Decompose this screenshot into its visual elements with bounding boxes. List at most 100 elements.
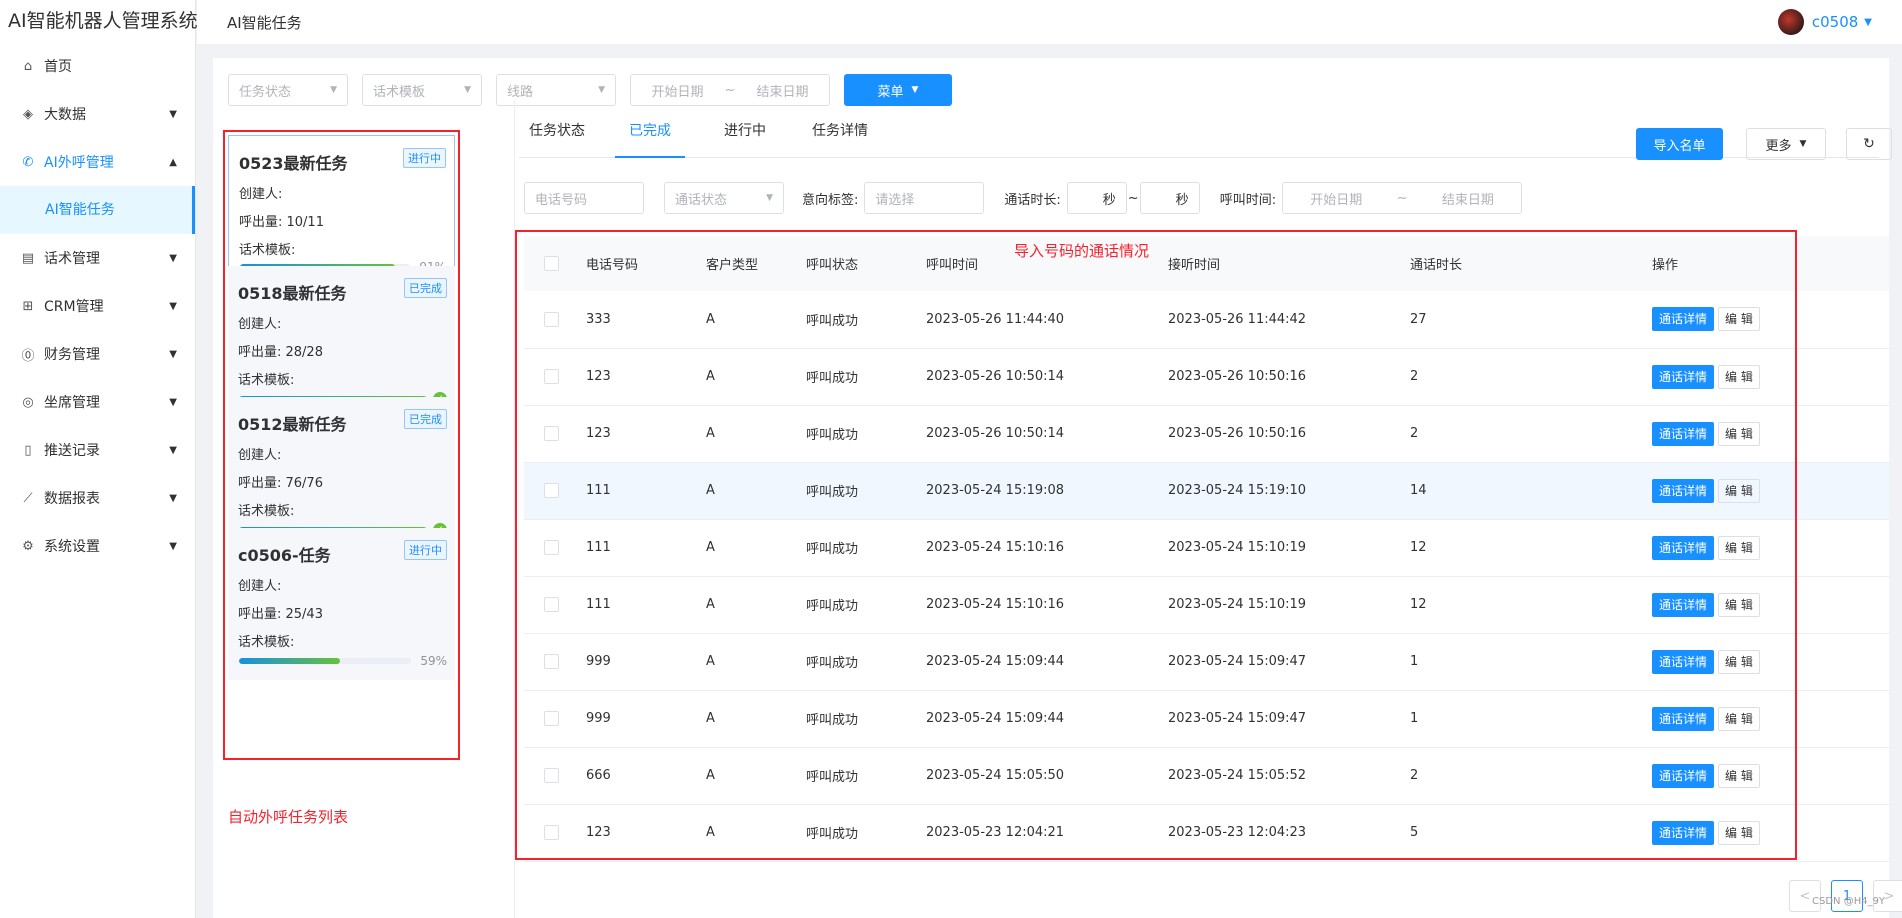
task-template: 话术模板: bbox=[238, 373, 295, 388]
actions-cell: 通话详情编 辑 bbox=[1652, 519, 1889, 576]
menu-button[interactable]: 菜单 ▼ bbox=[844, 74, 952, 106]
column-header: 操作 bbox=[1652, 258, 1679, 273]
sidebar-item-1[interactable]: ◈ 大数据 ▼ bbox=[0, 90, 195, 138]
duration-max-input[interactable]: 秒 bbox=[1139, 182, 1200, 214]
call-detail-button[interactable]: 通话详情 bbox=[1652, 649, 1715, 674]
table-cell: 333 bbox=[586, 311, 611, 327]
call-time-range[interactable]: 开始日期 ~ 结束日期 bbox=[1282, 182, 1523, 214]
user-menu[interactable]: c0508 ▼ bbox=[1777, 9, 1872, 35]
call-detail-button[interactable]: 通话详情 bbox=[1652, 763, 1715, 788]
edit-button[interactable]: 编 辑 bbox=[1718, 535, 1760, 560]
phone-input[interactable]: 电话号码 bbox=[524, 182, 644, 214]
edit-button[interactable]: 编 辑 bbox=[1718, 820, 1760, 845]
call-detail-button[interactable]: 通话详情 bbox=[1652, 592, 1715, 617]
table-cell: A bbox=[706, 768, 715, 783]
row-checkbox[interactable] bbox=[544, 597, 559, 612]
edit-button[interactable]: 编 辑 bbox=[1718, 307, 1760, 332]
mobile-icon: ▯ bbox=[24, 442, 32, 458]
row-checkbox[interactable] bbox=[544, 540, 559, 555]
table-cell: 1 bbox=[1410, 711, 1419, 726]
task-date-range[interactable]: 开始日期 ~ 结束日期 bbox=[630, 74, 830, 106]
table-cell: A bbox=[706, 654, 715, 669]
call-detail-button[interactable]: 通话详情 bbox=[1652, 706, 1715, 731]
sidebar-item-6[interactable]: ◎ 坐席管理 ▼ bbox=[0, 378, 195, 426]
chevron-down-icon: ▼ bbox=[169, 396, 177, 408]
task-card[interactable]: c0506-任务 进行中 创建人: 呼出量: 25/43 话术模板: 59% bbox=[228, 528, 455, 680]
edit-button[interactable]: 编 辑 bbox=[1718, 364, 1760, 389]
chart-icon: ⟋ bbox=[23, 490, 33, 506]
table-row: 123 A 呼叫成功 2023-05-23 12:04:21 2023-05-23 12… bbox=[524, 804, 1889, 861]
call-detail-button[interactable]: 通话详情 bbox=[1652, 421, 1715, 446]
intent-select[interactable]: 请选择 bbox=[864, 182, 985, 214]
task-status-select[interactable]: 任务状态 ▼ bbox=[228, 74, 348, 106]
sidebar-item-label: 系统设置 bbox=[44, 539, 100, 555]
table-cell: 123 bbox=[586, 825, 611, 840]
row-select-cell bbox=[524, 405, 586, 462]
start-date-placeholder: 开始日期 bbox=[1310, 192, 1363, 208]
row-checkbox[interactable] bbox=[544, 768, 559, 783]
call-detail-button[interactable]: 通话详情 bbox=[1652, 535, 1715, 560]
call-records: 电话号码 客户类型 呼叫状态 呼叫时间 接听时间 通话时长 操作 333 A 呼叫成功 2023-… bbox=[514, 228, 1889, 918]
table-cell: 2023-05-24 15:19:08 bbox=[926, 483, 1065, 498]
row-select-cell bbox=[524, 747, 586, 804]
task-card[interactable]: 0523最新任务进行中创建人:呼出量: 10/11话术模板:91% bbox=[228, 135, 455, 287]
row-checkbox[interactable] bbox=[544, 311, 559, 327]
avatar bbox=[1777, 9, 1804, 35]
date-separator: ~ bbox=[1396, 190, 1408, 206]
row-select-cell bbox=[524, 462, 586, 519]
edit-button[interactable]: 编 辑 bbox=[1718, 763, 1760, 788]
call-status-select[interactable]: 通话状态 ▼ bbox=[664, 182, 784, 214]
tab-3[interactable]: 任务详情 bbox=[812, 116, 868, 158]
table-cell: 2023-05-23 12:04:21 bbox=[926, 825, 1065, 840]
sidebar-item-7[interactable]: ▯ 推送记录 ▼ bbox=[0, 426, 195, 474]
sidebar-subitem-ai-task[interactable]: AI智能任务 bbox=[0, 186, 195, 234]
sidebar-item-4[interactable]: ⊞ CRM管理 ▼ bbox=[0, 282, 195, 330]
tab-2[interactable]: 进行中 bbox=[724, 116, 766, 158]
more-dropdown[interactable]: 更多 ▼ bbox=[1746, 128, 1826, 160]
edit-button[interactable]: 编 辑 bbox=[1718, 592, 1760, 617]
table-row: 333 A 呼叫成功 2023-05-26 11:44:40 2023-05-26 11… bbox=[524, 291, 1889, 348]
sidebar-item-2[interactable]: ✆ AI外呼管理 ▲ bbox=[0, 138, 195, 186]
edit-button[interactable]: 编 辑 bbox=[1718, 706, 1760, 731]
task-template: 话术模板: bbox=[238, 504, 295, 519]
row-checkbox[interactable] bbox=[544, 369, 559, 384]
sec-unit: 秒 bbox=[1175, 192, 1189, 208]
row-checkbox[interactable] bbox=[544, 711, 559, 726]
import-list-button[interactable]: 导入名单 bbox=[1636, 128, 1723, 160]
script-template-placeholder: 话术模板 bbox=[373, 84, 426, 100]
tab-1[interactable]: 已完成 bbox=[615, 116, 685, 158]
table-row: 666 A 呼叫成功 2023-05-24 15:05:50 2023-05-24 15… bbox=[524, 747, 1889, 804]
select-all-checkbox[interactable] bbox=[544, 256, 559, 271]
row-checkbox[interactable] bbox=[544, 483, 559, 498]
sidebar-item-5[interactable]: ⓪ 财务管理 ▼ bbox=[0, 330, 195, 378]
table-cell: 2 bbox=[1410, 768, 1419, 783]
row-checkbox[interactable] bbox=[544, 825, 559, 840]
call-detail-button[interactable]: 通话详情 bbox=[1652, 820, 1715, 845]
script-template-select[interactable]: 话术模板 ▼ bbox=[362, 74, 482, 106]
duration-min-input[interactable]: 秒 bbox=[1066, 182, 1127, 214]
row-checkbox[interactable] bbox=[544, 654, 559, 669]
call-detail-button[interactable]: 通话详情 bbox=[1652, 364, 1715, 389]
table-cell: 2023-05-26 10:50:16 bbox=[1168, 369, 1307, 384]
call-detail-button[interactable]: 通话详情 bbox=[1652, 307, 1715, 332]
task-template: 话术模板: bbox=[238, 635, 295, 650]
more-label: 更多 bbox=[1765, 138, 1792, 154]
org-chart-icon: ⊞ bbox=[22, 298, 34, 314]
task-call-count: 呼出量: 28/28 bbox=[238, 345, 323, 360]
call-detail-button[interactable]: 通话详情 bbox=[1652, 478, 1715, 503]
refresh-button[interactable]: ↻ bbox=[1846, 128, 1892, 160]
watermark: CSDN @H4_9Y bbox=[1812, 896, 1886, 907]
table-cell: 2023-05-24 15:10:16 bbox=[926, 597, 1065, 612]
tab-0[interactable]: 任务状态 bbox=[529, 116, 585, 158]
sidebar-item-0[interactable]: ⌂ 首页 bbox=[0, 42, 195, 90]
sidebar-item-9[interactable]: ⚙ 系统设置 ▼ bbox=[0, 522, 195, 570]
task-card[interactable]: 0518最新任务已完成创建人:呼出量: 28/28话术模板:✓ bbox=[228, 266, 455, 418]
edit-button[interactable]: 编 辑 bbox=[1718, 421, 1760, 446]
edit-button[interactable]: 编 辑 bbox=[1718, 478, 1760, 503]
sidebar-item-3[interactable]: ▤ 话术管理 ▼ bbox=[0, 234, 195, 282]
task-card[interactable]: 0512最新任务已完成创建人:呼出量: 76/76话术模板:✓ bbox=[228, 397, 455, 549]
row-checkbox[interactable] bbox=[544, 426, 559, 441]
sidebar-item-label: 推送记录 bbox=[44, 443, 100, 459]
edit-button[interactable]: 编 辑 bbox=[1718, 649, 1760, 674]
sidebar-item-8[interactable]: ⟋ 数据报表 ▼ bbox=[0, 474, 195, 522]
